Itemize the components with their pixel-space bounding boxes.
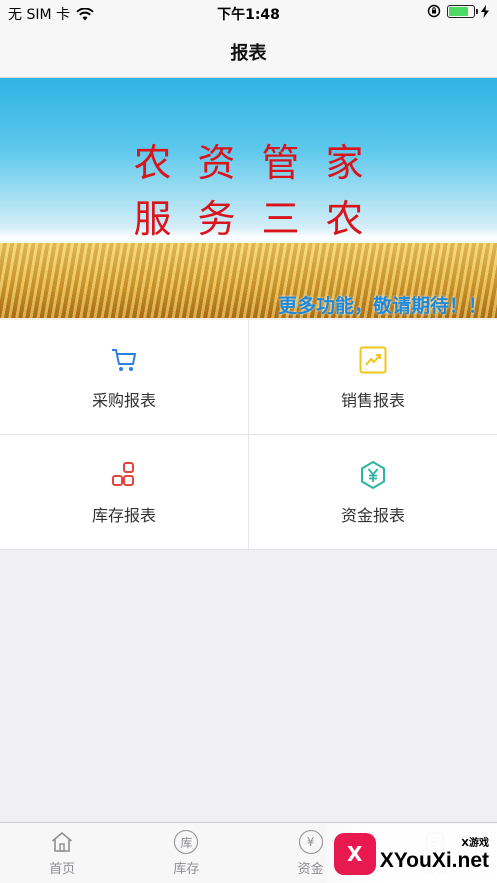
purchase-report-button[interactable]: 采购报表 [0,320,248,434]
cart-icon [107,343,141,377]
site-watermark: X X游戏 XYouXi.net [327,824,497,883]
tab-inventory[interactable]: 库 库存 [124,823,248,883]
trend-chart-icon [356,343,390,377]
status-bar: 无 SIM 卡 下午1:48 [0,0,497,26]
banner-slogan-line2: 服务三农 [133,197,390,241]
sales-report-label: 销售报表 [340,391,405,410]
battery-fill [449,6,469,16]
charging-icon [481,4,489,18]
watermark-site: XYouXi.net [379,849,489,872]
inventory-report-label: 库存报表 [91,506,156,525]
promo-banner: 农资管家 服务三农 更多功能，敬请期待！！ [0,78,497,318]
watermark-text: X游戏 XYouXi.net [380,834,489,873]
inventory-glyph: 库 [174,830,199,854]
banner-slogan-line1: 农资管家 [133,141,390,185]
watermark-logo: X [333,832,376,875]
home-icon [49,829,75,855]
inventory-circle-icon: 库 [173,829,199,855]
battery-icon [447,4,478,18]
yen-hexagon-icon [356,458,390,492]
blocks-icon [107,458,141,492]
funds-glyph: ¥ [298,830,323,854]
report-grid: 采购报表 销售报表 库存报表 资金报表 [0,320,497,550]
tab-inventory-label: 库存 [173,862,200,877]
tab-funds-label: 资金 [297,862,324,877]
sales-report-button[interactable]: 销售报表 [249,320,497,434]
yen-circle-icon: ¥ [298,829,324,855]
page-title: 报表 [230,42,267,64]
status-right [427,4,489,18]
tab-home-label: 首页 [49,862,76,877]
tab-home[interactable]: 首页 [0,823,124,883]
navigation-bar: 报表 [0,26,497,78]
orientation-lock-icon [427,4,441,18]
purchase-report-label: 采购报表 [91,391,156,410]
banner-note: 更多功能，敬请期待！！ [277,295,487,317]
clock: 下午1:48 [217,7,280,23]
watermark-tag: X游戏 [461,838,489,849]
fund-report-label: 资金报表 [340,506,405,525]
fund-report-button[interactable]: 资金报表 [249,435,497,549]
inventory-report-button[interactable]: 库存报表 [0,435,248,549]
